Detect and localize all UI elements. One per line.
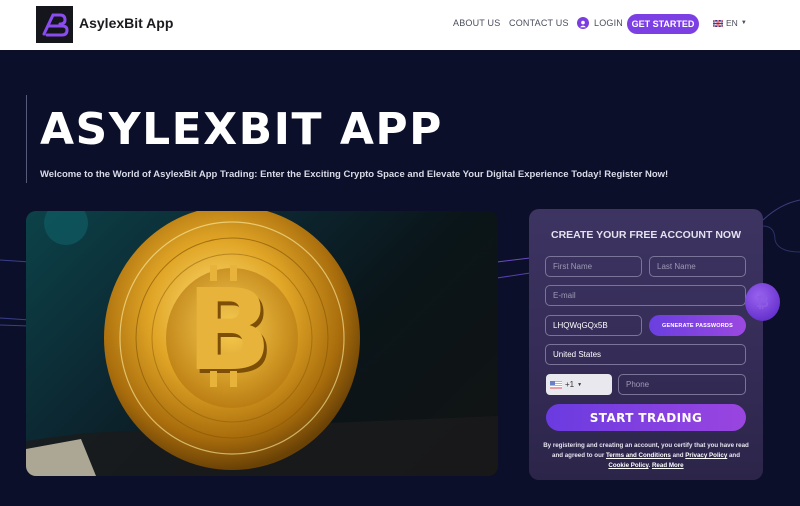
disclaimer-text: and (727, 452, 740, 459)
user-icon (577, 17, 589, 29)
disclaimer-text: and (670, 452, 686, 459)
bitcoin-coin-photo: B B (26, 211, 498, 476)
registration-form: CREATE YOUR FREE ACCOUNT NOW GENERATE PA… (529, 209, 763, 480)
uk-flag-icon (713, 19, 723, 27)
phone-code-select[interactable]: +1 ▼ (546, 374, 612, 395)
generate-password-button[interactable]: GENERATE PASSWORDS (649, 315, 746, 336)
language-selector[interactable]: EN ▼ (713, 18, 747, 28)
country-select[interactable] (545, 344, 746, 365)
read-more-link[interactable]: Read More (652, 462, 684, 469)
first-name-input[interactable] (545, 256, 642, 277)
site-header: AsylexBit App ABOUT US CONTACT US LOGIN … (0, 0, 800, 50)
logo-text[interactable]: AsylexBit App (79, 15, 173, 31)
svg-text:B: B (186, 266, 271, 396)
cookie-link[interactable]: Cookie Policy (608, 462, 648, 469)
last-name-input[interactable] (649, 256, 746, 277)
phone-code-value: +1 (565, 380, 575, 389)
hero-accent-bar (26, 95, 27, 183)
email-input[interactable] (545, 285, 746, 306)
start-trading-button[interactable]: START TRADING (546, 404, 746, 431)
chevron-down-icon: ▼ (740, 20, 747, 26)
ab-monogram-icon (42, 13, 69, 36)
hero-subtitle: Welcome to the World of AsylexBit App Tr… (40, 169, 669, 180)
password-input[interactable] (545, 315, 642, 336)
nav-about-us[interactable]: ABOUT US (453, 18, 500, 28)
logo[interactable] (36, 6, 73, 43)
nav-login[interactable]: LOGIN (594, 18, 623, 28)
terms-link[interactable]: Terms and Conditions (606, 452, 671, 459)
chevron-down-icon: ▼ (577, 381, 583, 388)
language-label: EN (726, 18, 738, 28)
purple-bitcoin-coin-icon: ₿ (745, 283, 780, 321)
us-flag-icon (550, 380, 562, 389)
nav-contact-us[interactable]: CONTACT US (509, 18, 569, 28)
form-title: CREATE YOUR FREE ACCOUNT NOW (551, 229, 741, 241)
privacy-link[interactable]: Privacy Policy (685, 452, 727, 459)
get-started-button[interactable]: GET STARTED (627, 14, 699, 34)
legal-disclaimer: By registering and creating an account, … (543, 441, 749, 471)
page-title: ASYLEXBIT APP (40, 104, 443, 155)
phone-input[interactable] (618, 374, 746, 395)
